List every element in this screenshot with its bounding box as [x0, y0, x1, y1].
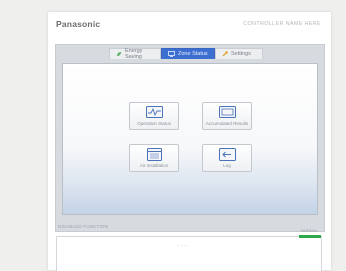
main-frame: Energy Saving Zone Status Settings Opera…: [55, 44, 325, 232]
calendar-icon: [147, 148, 162, 161]
status-badge: NORMAL: [300, 228, 318, 233]
wrench-icon: [222, 51, 228, 57]
log-arrow-icon: [219, 148, 236, 161]
air-installation-button[interactable]: Air Installation: [129, 144, 179, 172]
status-bar-text: DISABLED FUNCTION: [58, 224, 109, 229]
tab-label: Energy Saving: [125, 48, 143, 60]
brand-logo: Panasonic: [56, 19, 101, 29]
operation-status-button[interactable]: Operation Status: [129, 102, 179, 130]
model-text: CONTROLLER NAME HERE: [243, 21, 321, 27]
tab-label: Zone Status: [178, 51, 208, 57]
tab-bar: Energy Saving Zone Status Settings: [109, 48, 263, 60]
pulse-monitor-icon: [146, 106, 163, 118]
tile-label: Accumulated Results: [205, 121, 249, 126]
tile-label: Log: [223, 163, 231, 168]
lower-panel: NORMAL - - -: [56, 228, 322, 271]
accumulated-results-button[interactable]: Accumulated Results: [202, 102, 252, 130]
tab-zone-status[interactable]: Zone Status: [161, 48, 215, 59]
tab-settings[interactable]: Settings: [215, 48, 263, 59]
log-button[interactable]: Log: [202, 144, 252, 172]
tile-label: Operation Status: [137, 121, 171, 126]
monitor-icon: [168, 51, 175, 57]
leaf-icon: [117, 52, 121, 56]
lower-panel-text: - - -: [177, 243, 188, 249]
tab-energy-saving[interactable]: Energy Saving: [109, 48, 161, 60]
controller-page: Panasonic CONTROLLER NAME HERE Energy Sa…: [48, 12, 331, 271]
tab-label: Settings: [231, 51, 251, 57]
status-indicator: [299, 235, 321, 238]
zone-status-screen: Operation Status Accumulated Results Air: [62, 63, 318, 215]
tile-label: Air Installation: [139, 163, 169, 168]
display-icon: [219, 106, 236, 118]
